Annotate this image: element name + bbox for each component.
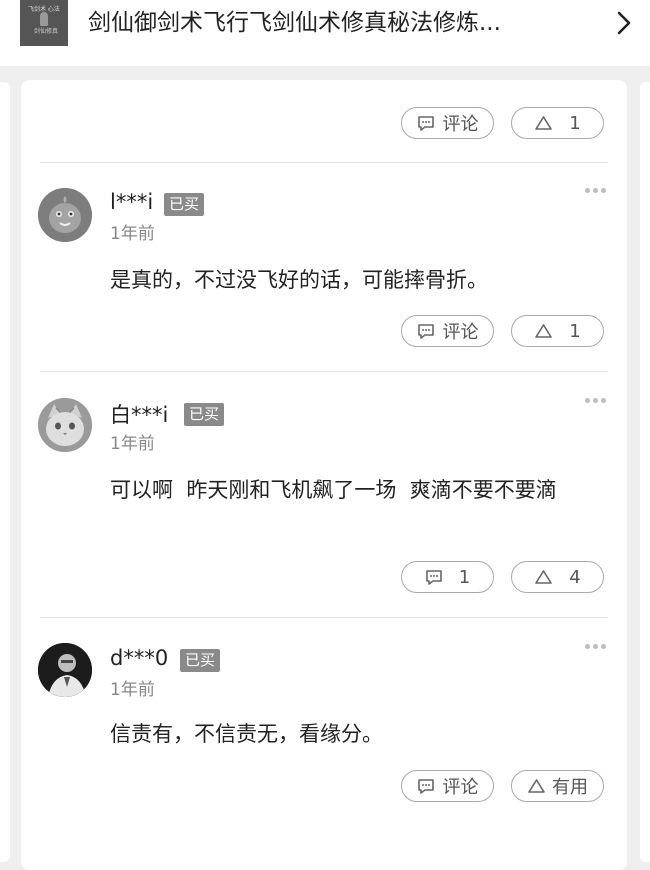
- comment-like-label: 4: [569, 566, 581, 588]
- username[interactable]: l***i: [110, 190, 153, 214]
- comment-bubble-icon: [417, 115, 434, 131]
- divider: [40, 162, 608, 163]
- avatar[interactable]: [38, 398, 92, 452]
- comment-text: 可以啊 昨天刚和飞机飙了一场 爽滴不要不要滴: [110, 478, 557, 502]
- top-comment-button[interactable]: 评论: [401, 107, 494, 139]
- avatar[interactable]: [38, 643, 92, 697]
- triangle-up-icon: [535, 570, 553, 584]
- top-comment-label: 评论: [442, 114, 479, 135]
- divider: [40, 371, 608, 372]
- more-dots-icon[interactable]: [585, 644, 606, 649]
- purchased-badge: 已买: [164, 193, 205, 216]
- username[interactable]: d***0: [110, 646, 168, 670]
- avatar-cat-icon: [38, 398, 92, 452]
- comment-reply-button[interactable]: 1: [401, 561, 494, 593]
- divider: [40, 617, 608, 618]
- purchased-badge: 已买: [180, 649, 221, 672]
- comment-reply-label: 评论: [442, 322, 479, 343]
- header-bar: 飞剑术 心法 剑仙修真 剑仙御剑术飞行飞剑仙术修真秘法修炼...: [0, 0, 650, 66]
- comment-bubble-icon: [417, 778, 434, 794]
- thumbnail-figure: [40, 12, 48, 26]
- comment-text: 是真的，不过没飞好的话，可能摔骨折。: [110, 268, 488, 292]
- username[interactable]: 白***i: [110, 399, 168, 429]
- comment-bubble-icon: [417, 323, 434, 339]
- comment-bubble-icon: [425, 569, 442, 585]
- comment-like-button[interactable]: 1: [511, 315, 604, 347]
- comment-reply-button[interactable]: 评论: [401, 315, 494, 347]
- top-like-count: 1: [569, 112, 581, 134]
- comment-time: 1年前: [110, 680, 155, 700]
- comment-reply-button[interactable]: 评论: [401, 770, 494, 802]
- side-card-right: [640, 82, 650, 862]
- avatar-mascot-icon: [38, 188, 92, 242]
- triangle-up-icon: [528, 779, 545, 793]
- more-dots-icon[interactable]: [585, 188, 606, 193]
- product-title[interactable]: 剑仙御剑术飞行飞剑仙术修真秘法修炼...: [88, 6, 578, 40]
- avatar[interactable]: [38, 188, 92, 242]
- purchased-badge: 已买: [184, 403, 225, 426]
- triangle-up-icon: [535, 116, 553, 130]
- comment-like-button[interactable]: 4: [511, 561, 604, 593]
- avatar-person-icon: [38, 643, 92, 697]
- comment-text: 信责有，不信责无，看缘分。: [110, 722, 383, 746]
- thumbnail-subcaption: 剑仙修真: [34, 28, 59, 35]
- comment-reply-count: 1: [458, 566, 471, 588]
- comment-useful-button[interactable]: 有用: [511, 770, 604, 802]
- side-card-left: [0, 82, 10, 862]
- triangle-up-icon: [535, 324, 553, 338]
- comment-useful-label: 有用: [552, 777, 588, 798]
- product-thumbnail[interactable]: 飞剑术 心法 剑仙修真: [20, 0, 68, 46]
- comment-time: 1年前: [110, 224, 155, 244]
- more-dots-icon[interactable]: [585, 398, 606, 403]
- comment-like-label: 1: [569, 320, 581, 342]
- top-like-button[interactable]: 1: [511, 107, 604, 139]
- comment-time: 1年前: [110, 434, 155, 454]
- comment-reply-label: 评论: [442, 777, 479, 798]
- chevron-right-icon[interactable]: [612, 10, 636, 36]
